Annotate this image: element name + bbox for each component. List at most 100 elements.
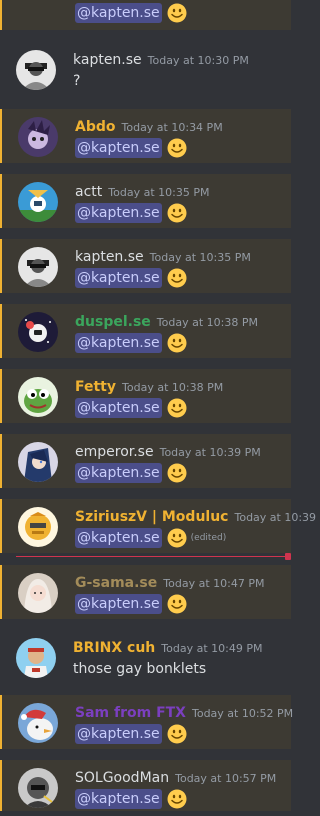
username[interactable]: duspel.se: [75, 314, 151, 330]
user-avatar[interactable]: [16, 50, 56, 90]
message-item[interactable]: G-sama.se Today at 10:47 PM @kapten.se: [0, 565, 291, 619]
timestamp: Today at 10:39 PM: [159, 446, 261, 459]
message-content: @kapten.se: [75, 2, 187, 24]
message-item[interactable]: actt Today at 10:35 PM @kapten.se: [0, 174, 291, 228]
message-content: @kapten.se: [75, 593, 187, 615]
message-content: @kapten.se: [75, 332, 187, 354]
message-item[interactable]: SziriuszV | Moduluc Today at 10:39 @kapten…: [0, 499, 316, 553]
slightly-smiling-face-icon: [167, 268, 187, 288]
slightly-smiling-face-icon: [167, 789, 187, 809]
message-header: Sam from FTX Today at 10:52 PM: [75, 703, 293, 723]
user-avatar[interactable]: [18, 573, 58, 613]
slightly-smiling-face-icon: [167, 3, 187, 23]
message-header: BRINX cuh Today at 10:49 PM: [73, 638, 262, 658]
message-item[interactable]: duspel.se Today at 10:38 PM @kapten.se: [0, 304, 291, 358]
username[interactable]: G-sama.se: [75, 575, 157, 591]
user-avatar[interactable]: [18, 768, 58, 808]
user-mention[interactable]: @kapten.se: [75, 594, 162, 614]
timestamp: Today at 10:34 PM: [121, 121, 223, 134]
message-content: @kapten.se: [75, 137, 187, 159]
username[interactable]: BRINX cuh: [73, 640, 155, 656]
message-content: @kapten.se: [75, 723, 187, 745]
message-item[interactable]: emperor.se Today at 10:39 PM @kapten.se: [0, 434, 291, 488]
user-avatar[interactable]: [18, 377, 58, 417]
user-mention[interactable]: @kapten.se: [75, 724, 162, 744]
slightly-smiling-face-icon: [167, 528, 187, 548]
user-avatar[interactable]: [18, 703, 58, 743]
message-content: @kapten.se (edited): [75, 527, 226, 549]
message-header: Abdo Today at 10:34 PM: [75, 117, 223, 137]
new-messages-divider: [16, 553, 291, 560]
username[interactable]: SziriuszV | Moduluc: [75, 509, 228, 525]
user-mention[interactable]: @kapten.se: [75, 203, 162, 223]
message-text: ?: [73, 73, 81, 89]
timestamp: Today at 10:52 PM: [191, 707, 294, 720]
message-item[interactable]: kapten.se Today at 10:35 PM @kapten.se: [0, 239, 291, 293]
message-item[interactable]: Fetty Today at 10:38 PM @kapten.se: [0, 369, 291, 423]
message-header: emperor.se Today at 10:39 PM: [75, 442, 261, 462]
message-header: actt Today at 10:35 PM: [75, 182, 209, 202]
message-header: SziriuszV | Moduluc Today at 10:39: [75, 507, 316, 527]
user-mention[interactable]: @kapten.se: [75, 3, 162, 23]
user-mention[interactable]: @kapten.se: [75, 463, 162, 483]
message-item[interactable]: Abdo Today at 10:34 PM @kapten.se: [0, 109, 291, 163]
message-text: those gay bonklets: [73, 661, 207, 677]
timestamp: Today at 10:30 PM: [147, 54, 249, 67]
username[interactable]: kapten.se: [75, 249, 144, 265]
user-mention[interactable]: @kapten.se: [75, 528, 162, 548]
slightly-smiling-face-icon: [167, 594, 187, 614]
slightly-smiling-face-icon: [167, 333, 187, 353]
user-mention[interactable]: @kapten.se: [75, 268, 162, 288]
timestamp: Today at 10:35 PM: [149, 251, 251, 264]
message-header: G-sama.se Today at 10:47 PM: [75, 573, 264, 593]
slightly-smiling-face-icon: [167, 463, 187, 483]
timestamp: Today at 10:57 PM: [175, 772, 277, 785]
message-header: Fetty Today at 10:38 PM: [75, 377, 223, 397]
message-header: kapten.se Today at 10:35 PM: [75, 247, 251, 267]
username[interactable]: emperor.se: [75, 444, 154, 460]
message-content: those gay bonklets: [73, 658, 206, 680]
user-avatar[interactable]: [18, 117, 58, 157]
timestamp: Today at 10:38 PM: [122, 381, 224, 394]
user-mention[interactable]: @kapten.se: [75, 333, 162, 353]
message-feed: @kapten.se kapten.se Today at 10:30 PM? Abd…: [0, 0, 316, 811]
user-avatar[interactable]: [18, 247, 58, 287]
slightly-smiling-face-icon: [167, 398, 187, 418]
message-content: @kapten.se: [75, 202, 187, 224]
username[interactable]: Abdo: [75, 119, 116, 135]
username[interactable]: kapten.se: [73, 52, 142, 68]
slightly-smiling-face-icon: [167, 203, 187, 223]
timestamp: Today at 10:35 PM: [108, 186, 210, 199]
username[interactable]: Sam from FTX: [75, 705, 186, 721]
message-content: @kapten.se: [75, 462, 187, 484]
timestamp: Today at 10:39: [234, 511, 317, 524]
slightly-smiling-face-icon: [167, 138, 187, 158]
message-content: @kapten.se: [75, 788, 187, 810]
user-avatar[interactable]: [18, 507, 58, 547]
timestamp: Today at 10:38 PM: [156, 316, 258, 329]
slightly-smiling-face-icon: [167, 724, 187, 744]
user-avatar[interactable]: [18, 182, 58, 222]
user-avatar[interactable]: [18, 442, 58, 482]
message-item[interactable]: BRINX cuh Today at 10:49 PM those gay bonk…: [0, 630, 291, 684]
message-item[interactable]: SOLGoodMan Today at 10:57 PM @kapten.se: [0, 760, 291, 811]
message-header: SOLGoodMan Today at 10:57 PM: [75, 768, 276, 788]
message-header: duspel.se Today at 10:38 PM: [75, 312, 258, 332]
username[interactable]: Fetty: [75, 379, 116, 395]
username[interactable]: actt: [75, 184, 102, 200]
message-content: ?: [73, 70, 80, 92]
user-mention[interactable]: @kapten.se: [75, 789, 162, 809]
message-content: @kapten.se: [75, 397, 187, 419]
message-item[interactable]: Sam from FTX Today at 10:52 PM @kapten.se: [0, 695, 293, 749]
message-item[interactable]: kapten.se Today at 10:30 PM?: [0, 42, 291, 96]
timestamp: Today at 10:49 PM: [161, 642, 263, 655]
message-header: kapten.se Today at 10:30 PM: [73, 50, 249, 70]
user-avatar[interactable]: [18, 312, 58, 352]
user-avatar[interactable]: [16, 638, 56, 678]
username[interactable]: SOLGoodMan: [75, 770, 169, 786]
message-item[interactable]: @kapten.se: [0, 0, 291, 30]
edited-label: (edited): [190, 533, 227, 543]
user-mention[interactable]: @kapten.se: [75, 398, 162, 418]
user-mention[interactable]: @kapten.se: [75, 138, 162, 158]
timestamp: Today at 10:47 PM: [163, 577, 265, 590]
